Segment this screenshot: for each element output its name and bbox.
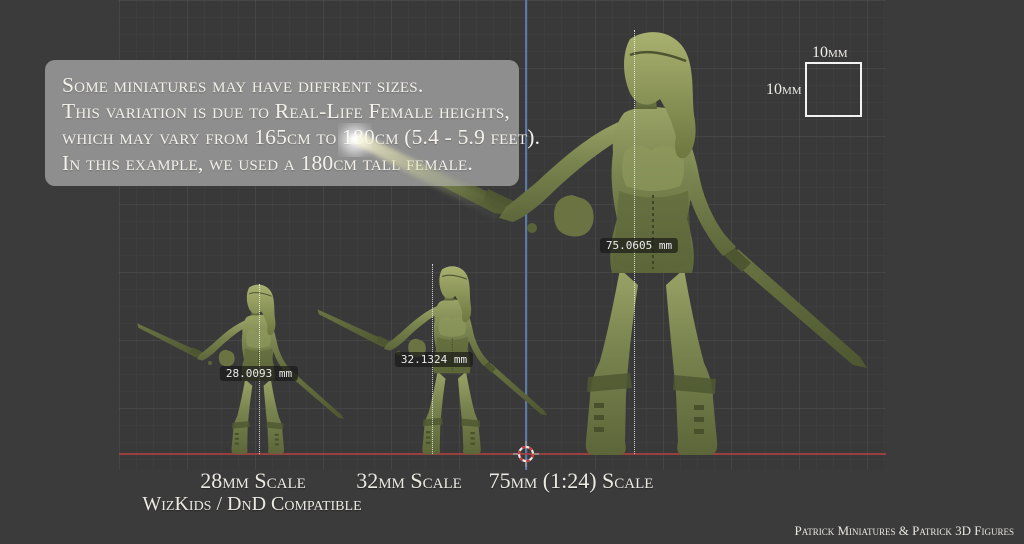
- measurement-label-32mm: 32.1324 mm: [395, 352, 473, 367]
- info-line-4: In this example, we used a 180cm tall fe…: [62, 150, 519, 176]
- compatibility-label: WizKids / DnD Compatible: [142, 493, 361, 516]
- credit-text: Patrick Miniatures & Patrick 3D Figures: [794, 523, 1014, 539]
- info-line-1: Some miniatures may have diffrent sizes.: [62, 72, 519, 98]
- info-box: Some miniatures may have diffrent sizes.…: [45, 60, 519, 186]
- scale-label-32mm: 32mm Scale: [356, 468, 462, 494]
- measurement-label-28mm: 28.0093 mm: [220, 366, 298, 381]
- info-line-2: This variation is due to Real-Life Femal…: [62, 98, 519, 124]
- reference-square-10mm: [805, 62, 862, 117]
- reference-square-left-label: 10mm: [766, 81, 802, 99]
- reference-square-top-label: 10mm: [812, 44, 848, 62]
- info-line-3: which may vary from 165cm to 180cm (5.4 …: [62, 124, 519, 150]
- scale-label-28mm: 28mm Scale: [200, 468, 306, 494]
- blender-viewport[interactable]: 28.0093 mm 32.1324 mm 75.0605 mm Some mi…: [0, 0, 1024, 544]
- scale-label-75mm: 75mm (1:24) Scale: [489, 468, 654, 494]
- 3d-cursor[interactable]: [513, 441, 539, 467]
- measurement-label-75mm: 75.0605 mm: [600, 238, 678, 253]
